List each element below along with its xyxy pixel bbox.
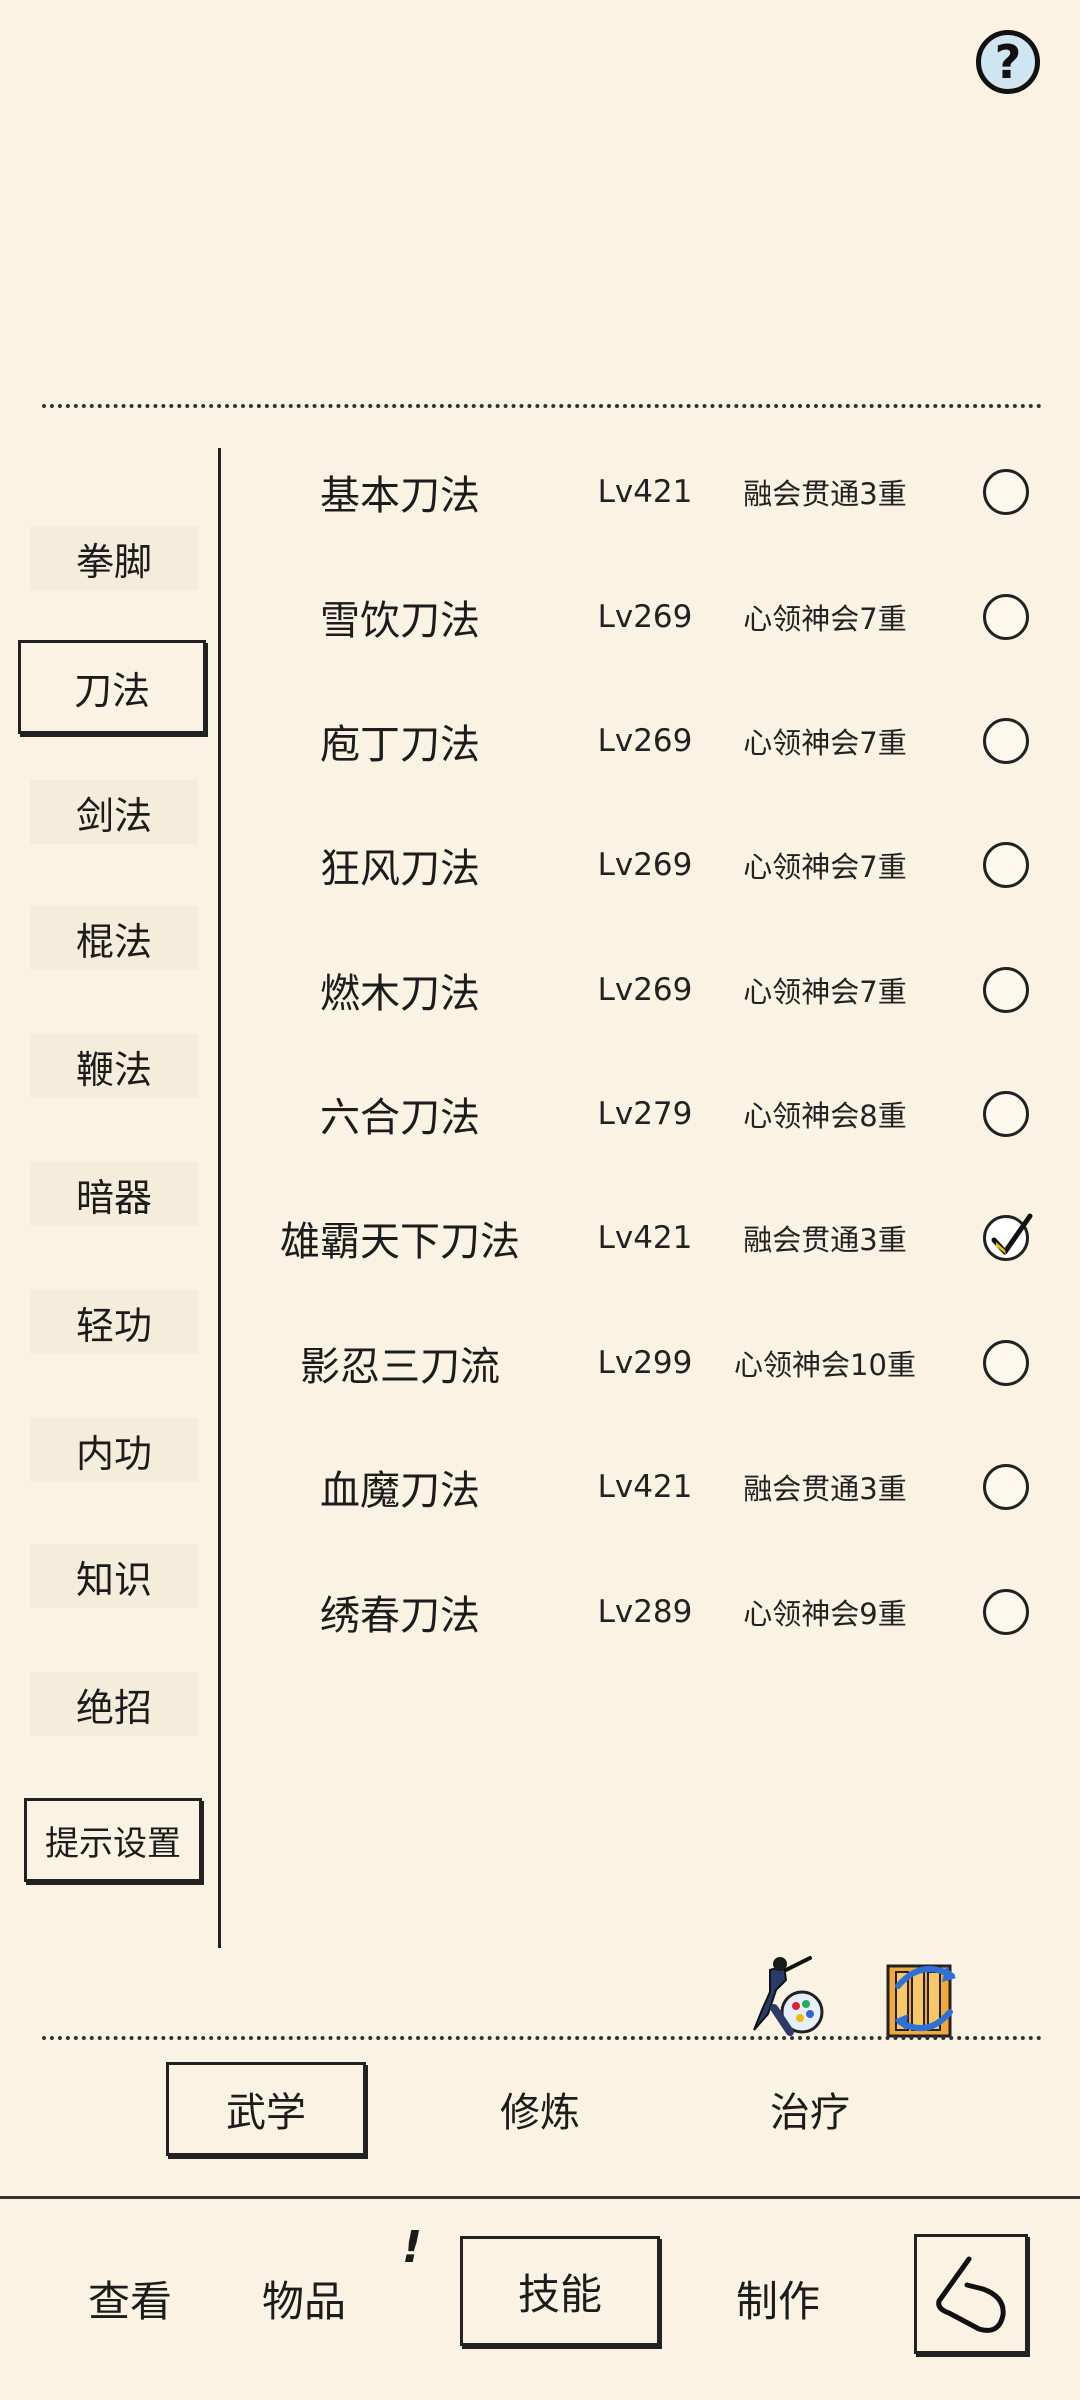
skill-level: Lv299: [597, 1345, 693, 1381]
skill-row[interactable]: 燃木刀法 Lv269 心领神会7重: [250, 950, 1050, 1030]
category-qinggong[interactable]: 轻功: [30, 1290, 198, 1354]
skill-realm: 心领神会7重: [743, 602, 907, 636]
skill-checkbox[interactable]: [983, 967, 1029, 1013]
skill-name: 庖丁刀法: [320, 722, 480, 768]
help-button[interactable]: ?: [976, 30, 1040, 94]
skill-checkbox[interactable]: [983, 1464, 1029, 1510]
items-alert-badge: !: [402, 2222, 423, 2273]
skill-name: 雪饮刀法: [320, 598, 480, 644]
skill-realm: 融会贯通3重: [743, 1223, 907, 1257]
skill-row[interactable]: 绣春刀法 Lv289 心领神会9重: [250, 1572, 1050, 1652]
nav-items[interactable]: 物品: [214, 2196, 394, 2400]
nav-skills[interactable]: 技能: [460, 2236, 660, 2346]
swordsman-palette-icon[interactable]: [740, 1952, 830, 2042]
skill-name: 燃木刀法: [320, 971, 480, 1017]
help-icon: ?: [994, 35, 1022, 89]
nav-view[interactable]: 查看: [40, 2196, 220, 2400]
subtab-wuxue[interactable]: 武学: [166, 2062, 366, 2156]
category-gunfa[interactable]: 棍法: [30, 906, 198, 970]
category-divider: [218, 448, 221, 1948]
category-jianfa[interactable]: 剑法: [30, 780, 198, 844]
scroll-swap-icon[interactable]: [878, 1952, 968, 2042]
skill-realm: 融会贯通3重: [743, 477, 907, 511]
skill-name: 六合刀法: [320, 1095, 480, 1141]
subtab-zhiliao[interactable]: 治疗: [710, 2062, 910, 2156]
skill-name: 狂风刀法: [320, 846, 480, 892]
skill-level: Lv421: [597, 474, 693, 510]
back-icon: [936, 2256, 1006, 2333]
skill-name: 基本刀法: [320, 473, 480, 519]
nav-craft[interactable]: 制作: [688, 2196, 868, 2400]
skill-realm: 心领神会10重: [734, 1348, 916, 1382]
back-button[interactable]: [914, 2234, 1028, 2354]
category-neigong[interactable]: 内功: [30, 1418, 198, 1482]
skill-checkbox[interactable]: [983, 1589, 1029, 1635]
skill-level: Lv279: [597, 1096, 693, 1132]
skill-row[interactable]: 血魔刀法 Lv421 融会贯通3重: [250, 1447, 1050, 1527]
category-anqi[interactable]: 暗器: [30, 1162, 198, 1226]
skill-checkbox[interactable]: [983, 842, 1029, 888]
skill-row[interactable]: 基本刀法 Lv421 融会贯通3重: [250, 452, 1050, 532]
category-quanjiao[interactable]: 拳脚: [30, 526, 198, 590]
skill-checkbox[interactable]: [983, 594, 1029, 640]
category-daofa[interactable]: 刀法: [18, 640, 206, 734]
skill-level: Lv269: [597, 847, 693, 883]
skill-name: 血魔刀法: [320, 1468, 480, 1514]
skill-realm: 心领神会9重: [743, 1597, 907, 1631]
skill-level: Lv269: [597, 972, 693, 1008]
skill-realm: 融会贯通3重: [743, 1472, 907, 1506]
skill-level: Lv269: [597, 599, 693, 635]
skill-realm: 心领神会8重: [743, 1099, 907, 1133]
skill-row[interactable]: 雄霸天下刀法 Lv421 融会贯通3重: [250, 1198, 1050, 1278]
skill-row[interactable]: 雪饮刀法 Lv269 心领神会7重: [250, 577, 1050, 657]
skill-checkbox[interactable]: [983, 1340, 1029, 1386]
skill-realm: 心领神会7重: [743, 975, 907, 1009]
checkmark-icon: [991, 1213, 1033, 1255]
skill-name: 雄霸天下刀法: [280, 1219, 520, 1265]
skill-checkbox[interactable]: [983, 1213, 1033, 1261]
skill-row[interactable]: 庖丁刀法 Lv269 心领神会7重: [250, 701, 1050, 781]
skill-checkbox[interactable]: [983, 718, 1029, 764]
skill-level: Lv269: [597, 723, 693, 759]
skill-row[interactable]: 狂风刀法 Lv269 心领神会7重: [250, 825, 1050, 905]
skill-realm: 心领神会7重: [743, 726, 907, 760]
skill-checkbox[interactable]: [983, 469, 1029, 515]
skill-level: Lv421: [597, 1469, 693, 1505]
category-juezhao[interactable]: 绝招: [30, 1672, 198, 1736]
skill-row[interactable]: 六合刀法 Lv279 心领神会8重: [250, 1074, 1050, 1154]
subtab-divider: [42, 2036, 1042, 2040]
hint-settings-button[interactable]: 提示设置: [24, 1798, 202, 1882]
top-divider: [42, 404, 1042, 408]
skill-row[interactable]: 影忍三刀流 Lv299 心领神会10重: [250, 1323, 1050, 1403]
skill-name: 影忍三刀流: [300, 1344, 500, 1390]
skill-checkbox[interactable]: [983, 1091, 1029, 1137]
subtab-xiulian[interactable]: 修炼: [440, 2062, 640, 2156]
skill-level: Lv289: [597, 1594, 693, 1630]
category-zhishi[interactable]: 知识: [30, 1544, 198, 1608]
skill-level: Lv421: [597, 1220, 693, 1256]
skill-name: 绣春刀法: [320, 1593, 480, 1639]
skill-realm: 心领神会7重: [743, 850, 907, 884]
category-bianfa[interactable]: 鞭法: [30, 1034, 198, 1098]
